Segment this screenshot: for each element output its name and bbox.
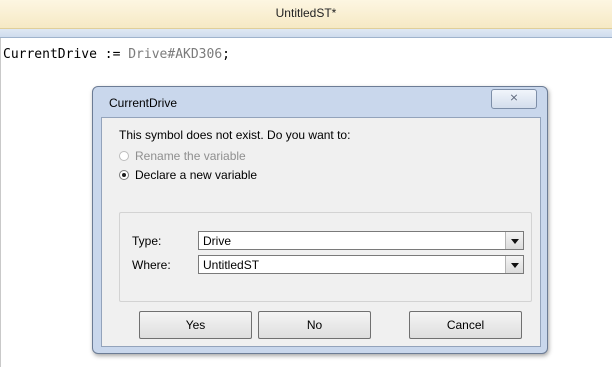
dialog-body: This symbol does not exist. Do you want … <box>101 117 541 347</box>
variable-settings-group: Type: Drive Where: UntitledST <box>119 212 532 302</box>
declare-symbol-dialog: CurrentDrive ⨯ This symbol does not exis… <box>92 86 548 354</box>
where-select-value: UntitledST <box>203 258 260 272</box>
rename-variable-option[interactable]: Rename the variable <box>119 149 246 163</box>
where-select[interactable]: UntitledST <box>198 255 524 274</box>
dialog-prompt: This symbol does not exist. Do you want … <box>119 128 351 142</box>
rename-radio-icon[interactable] <box>119 151 129 161</box>
code-terminator: ; <box>222 47 230 62</box>
code-line[interactable]: CurrentDrive := Drive#AKD306; <box>3 47 230 62</box>
type-label: Type: <box>132 234 162 248</box>
close-icon: ⨯ <box>509 92 519 104</box>
where-label: Where: <box>132 258 171 272</box>
code-variable: CurrentDrive <box>3 47 97 62</box>
type-select[interactable]: Drive <box>198 231 524 250</box>
declare-option-label: Declare a new variable <box>135 168 258 182</box>
code-operator: := <box>104 47 121 62</box>
editor-margin-line <box>0 38 1 367</box>
yes-button[interactable]: Yes <box>139 311 252 339</box>
chevron-down-icon[interactable] <box>505 256 523 273</box>
code-value: Drive#AKD306 <box>128 47 223 62</box>
editor-toolbar-strip <box>0 29 612 38</box>
declare-variable-option[interactable]: Declare a new variable <box>119 168 257 182</box>
chevron-down-icon[interactable] <box>505 232 523 249</box>
close-button[interactable]: ⨯ <box>491 89 537 109</box>
rename-option-label: Rename the variable <box>135 149 246 163</box>
document-title: UntitledST* <box>275 6 337 20</box>
cancel-button[interactable]: Cancel <box>409 311 522 339</box>
type-select-value: Drive <box>203 234 232 248</box>
document-title-bar: UntitledST* <box>0 0 612 29</box>
declare-radio-icon[interactable] <box>119 170 129 180</box>
dialog-title: CurrentDrive <box>109 96 178 110</box>
no-button[interactable]: No <box>258 311 371 339</box>
